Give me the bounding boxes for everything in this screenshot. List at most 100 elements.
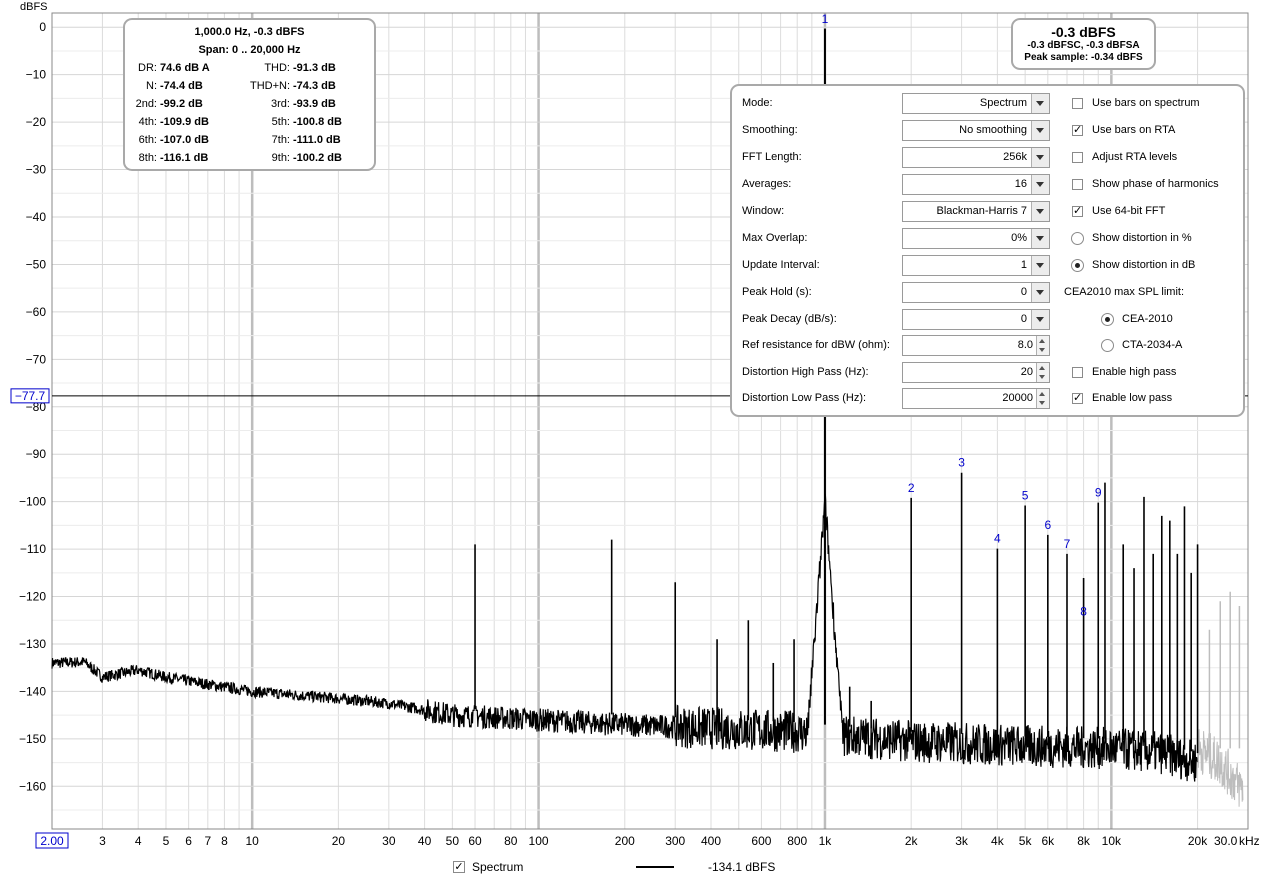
x-tick-label: 1k (819, 834, 833, 848)
x-tick-label: 3 (99, 834, 106, 848)
setting-dropdown[interactable]: 16 (902, 174, 1050, 195)
checkbox-checked[interactable]: ✓ (1072, 125, 1083, 136)
spinner-arrows-icon[interactable] (1036, 336, 1049, 355)
checkbox[interactable] (1072, 152, 1083, 163)
info-row: DR: 74.6 dB A THD: -91.3 dB (125, 62, 374, 80)
setting-label: FFT Length: (742, 151, 802, 163)
info-row: N: -74.4 dB THD+N: -74.3 dB (125, 80, 374, 98)
metric-value: -100.2 dB (293, 152, 342, 164)
setting-dropdown[interactable]: No smoothing (902, 120, 1050, 141)
x-tick-label: 300 (665, 834, 685, 848)
metric-value: 74.6 dB A (160, 62, 210, 74)
setting-value: No smoothing (959, 124, 1027, 136)
info-row: 6th: -107.0 dB 7th: -111.0 dB (125, 134, 374, 152)
metric-value: -99.2 dB (160, 98, 203, 110)
spinner-arrows-icon[interactable] (1036, 362, 1049, 382)
spectrum-settings-panel: Mode: Spectrum Use bars on spectrum Smoothi… (730, 84, 1245, 417)
setting-label: Distortion Low Pass (Hz): (742, 392, 867, 404)
metric-value: -116.1 dB (160, 152, 209, 164)
setting-dropdown[interactable]: Blackman-Harris 7 (902, 201, 1050, 222)
y-tick-label: −60 (26, 305, 47, 319)
setting-value: 16 (1014, 178, 1027, 190)
radio-button[interactable] (1101, 339, 1114, 352)
option-label[interactable]: CTA-2034-A (1122, 339, 1182, 351)
y-tick-label: −70 (26, 352, 47, 366)
setting-label: Peak Hold (s): (742, 286, 812, 298)
option-label[interactable]: Show distortion in dB (1092, 259, 1195, 271)
setting-dropdown[interactable]: Spectrum (902, 93, 1050, 114)
cursor-value-label: −77.7 (15, 389, 46, 403)
info-row: 8th: -116.1 dB 9th: -100.2 dB (125, 152, 374, 170)
y-tick-label: −110 (20, 542, 46, 556)
metric-value: -111.0 dB (293, 134, 341, 146)
chevron-down-icon[interactable] (1031, 175, 1049, 194)
settings-row: Distortion Low Pass (Hz): 20000 ✓ Enable lo… (732, 387, 1243, 411)
option-label[interactable]: Show distortion in % (1092, 232, 1192, 244)
setting-label: Peak Decay (dB/s): (742, 312, 837, 325)
radio-selected[interactable] (1101, 312, 1114, 326)
chevron-down-icon[interactable] (1031, 229, 1049, 248)
chevron-down-icon[interactable] (1031, 256, 1049, 275)
chevron-down-icon[interactable] (1031, 283, 1049, 302)
x-tick-label: 2k (905, 834, 919, 848)
x-tick-label: 20k (1188, 834, 1208, 848)
chevron-down-icon[interactable] (1031, 94, 1049, 113)
metric-label: THD+N: (249, 80, 290, 92)
chevron-down-icon[interactable] (1031, 309, 1049, 329)
x-tick-label: 3k (955, 834, 969, 848)
option-label[interactable]: Use bars on spectrum (1092, 97, 1200, 109)
x-unit-label: kHz (1239, 834, 1260, 848)
setting-spinner[interactable]: 20 (902, 361, 1050, 383)
setting-value: Blackman-Harris 7 (936, 205, 1027, 217)
option-label[interactable]: Enable low pass (1092, 392, 1172, 404)
option-label[interactable]: CEA-2010 (1122, 313, 1173, 325)
radio-selected[interactable] (1071, 259, 1084, 272)
checkbox-checked[interactable]: ✓ (1072, 206, 1083, 217)
x-tick-label: 5 (163, 834, 170, 848)
setting-dropdown[interactable]: 0% (902, 228, 1050, 249)
x-tick-label: 60 (468, 834, 482, 848)
option-label[interactable]: Use bars on RTA (1092, 124, 1175, 136)
settings-row: FFT Length: 256k Adjust RTA levels (732, 146, 1243, 170)
option-label[interactable]: Adjust RTA levels (1092, 151, 1177, 163)
setting-dropdown[interactable]: 0 (902, 282, 1050, 303)
checkbox[interactable] (1072, 366, 1083, 378)
y-tick-label: −160 (19, 779, 46, 793)
checkbox[interactable] (1072, 98, 1083, 109)
setting-dropdown[interactable]: 1 (902, 255, 1050, 276)
option-label[interactable]: Use 64-bit FFT (1092, 205, 1165, 217)
chevron-down-icon[interactable] (1031, 202, 1049, 221)
metric-label: 7th: (271, 134, 290, 146)
checkbox-checked[interactable]: ✓ (1072, 393, 1083, 404)
settings-row: Averages: 16 Show phase of harmonics (732, 173, 1243, 197)
metric-value: -93.9 dB (293, 98, 336, 110)
spinner-arrows-icon[interactable] (1036, 389, 1049, 408)
settings-row: Peak Hold (s): 0 CEA2010 max SPL limit: (732, 281, 1243, 305)
metric-label: 3rd: (271, 98, 290, 110)
checkbox[interactable] (1072, 179, 1083, 190)
chevron-down-icon[interactable] (1031, 148, 1049, 167)
y-tick-label: −20 (26, 115, 47, 129)
setting-label: Mode: (742, 97, 773, 109)
info-row: 4th: -109.9 dB 5th: -100.8 dB (125, 116, 374, 134)
x-tick-label: 30 (382, 834, 396, 848)
chevron-down-icon[interactable] (1031, 121, 1049, 140)
settings-row: Ref resistance for dBW (ohm): 8.0 CTA-2034… (732, 334, 1243, 358)
setting-spinner[interactable]: 8.0 (902, 335, 1050, 356)
x-tick-label: 6 (185, 834, 192, 848)
option-label[interactable]: Show phase of harmonics (1092, 178, 1219, 190)
option-label[interactable]: Enable high pass (1092, 366, 1176, 378)
settings-row: Smoothing: No smoothing ✓ Use bars on RTA (732, 119, 1243, 143)
radio-button[interactable] (1071, 232, 1084, 245)
harmonic-marker: 4 (994, 532, 1001, 546)
y-tick-label: −150 (19, 732, 46, 746)
metric-value: -107.0 dB (160, 134, 209, 146)
x-tick-label: 40 (418, 834, 432, 848)
peak-sample: Peak sample: -0.34 dBFS (1024, 52, 1143, 63)
setting-spinner[interactable]: 20000 (902, 388, 1050, 409)
y-tick-label: −130 (19, 637, 46, 651)
setting-dropdown[interactable]: 0 (902, 308, 1050, 330)
setting-dropdown[interactable]: 256k (902, 147, 1050, 168)
x-tick-label: 4k (991, 834, 1005, 848)
spectrum-visibility-checkbox[interactable]: ✓ (453, 861, 465, 873)
